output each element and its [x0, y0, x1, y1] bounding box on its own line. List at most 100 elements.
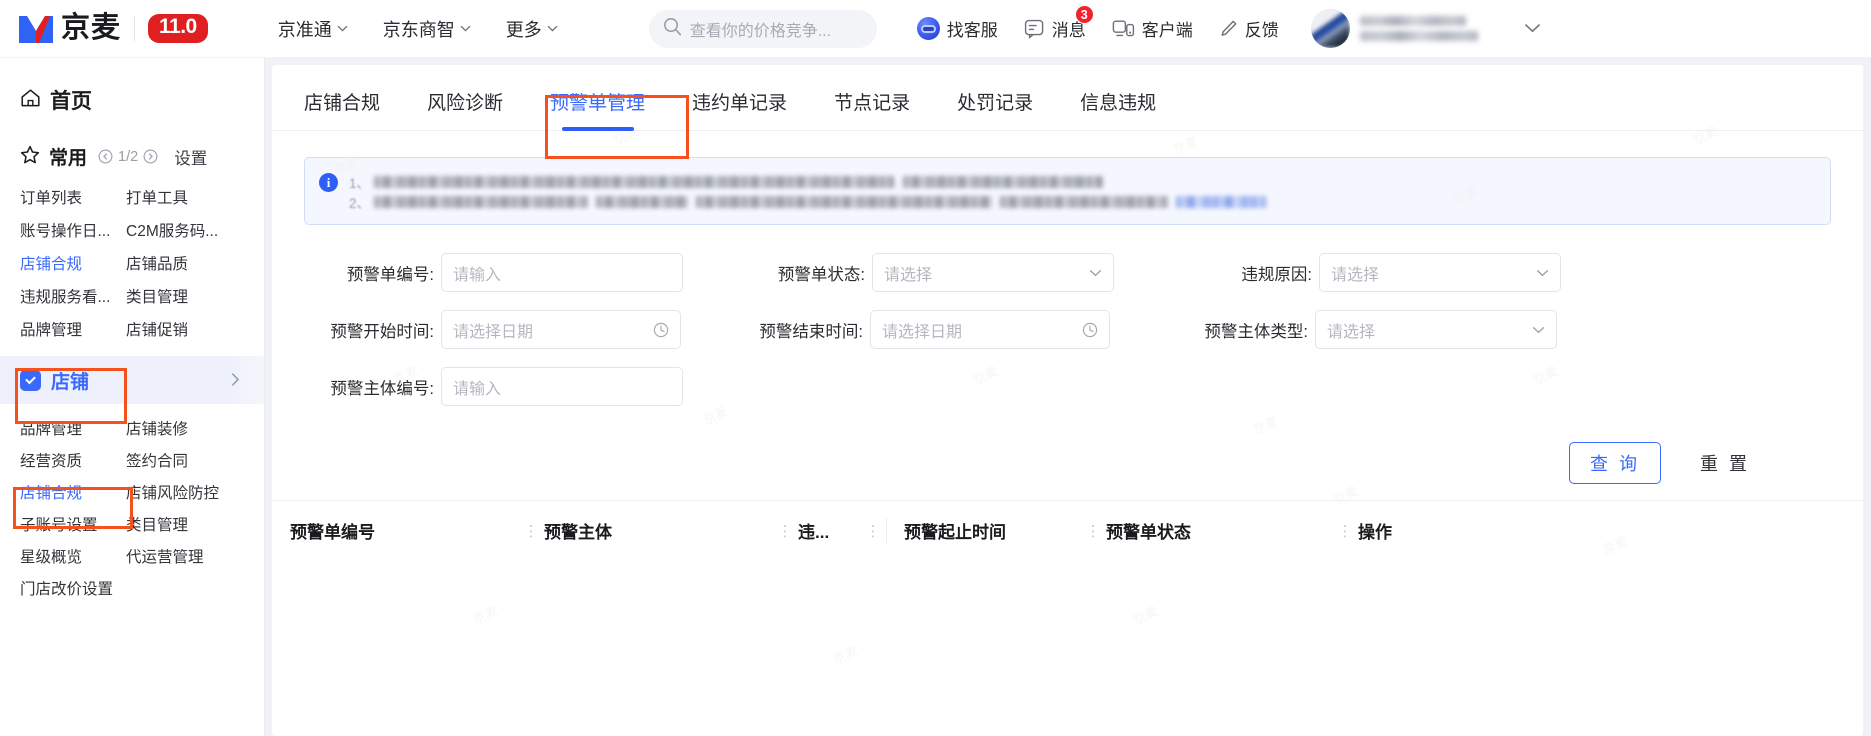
column-header-warning-subject[interactable]: 预警主体: [544, 518, 772, 543]
sidebar-link-c2m-service[interactable]: C2M服务码...: [126, 220, 248, 244]
feedback-button[interactable]: 反馈: [1219, 16, 1279, 41]
select-placeholder: 请选择: [1331, 266, 1380, 284]
warning-order-status-select[interactable]: 请选择: [872, 253, 1114, 292]
sidebar-link-violation-service-board[interactable]: 违规服务看...: [20, 286, 126, 310]
tab-warning-order-management[interactable]: 预警单管理: [550, 88, 645, 130]
jingmai-logo-icon: [17, 12, 55, 45]
tab-penalty-records[interactable]: 处罚记录: [957, 88, 1033, 130]
sidebar-link-shop-compliance[interactable]: 店铺合规: [20, 482, 126, 506]
user-menu[interactable]: [1310, 9, 1559, 48]
column-header-warning-order-no[interactable]: 预警单编号: [290, 518, 518, 543]
field-label: 预警单编号:: [346, 265, 434, 284]
sidebar-link-category-mgmt-fav[interactable]: 类目管理: [126, 286, 248, 310]
sidebar-group-shop[interactable]: 店铺: [0, 356, 264, 404]
chevron-down-icon[interactable]: [1524, 20, 1541, 38]
logo-area[interactable]: 京麦 11.0: [0, 12, 208, 45]
sidebar-link-shop-decoration[interactable]: 店铺装修: [126, 418, 248, 442]
line-number: 2、: [349, 196, 371, 211]
sidebar-link-brand-mgmt[interactable]: 品牌管理: [20, 418, 126, 442]
tab-node-records[interactable]: 节点记录: [834, 88, 910, 130]
warning-start-time-datepicker[interactable]: 请选择日期: [441, 310, 681, 349]
sidebar-link-shop-promotion[interactable]: 店铺促销: [126, 319, 248, 343]
search-input[interactable]: 查看你的价格竞争...: [648, 9, 877, 48]
sidebar-item-home[interactable]: 首页: [0, 58, 264, 115]
table-header-row: 预警单编号 ⋮ 预警主体 ⋮ 违... ⋮ 预警起止时间 ⋮ 预警单状态 ⋮ 操…: [272, 500, 1863, 560]
results-table: 预警单编号 ⋮ 预警主体 ⋮ 违... ⋮ 预警起止时间 ⋮ 预警单状态 ⋮ 操…: [272, 500, 1863, 560]
column-header-warning-period[interactable]: 预警起止时间: [886, 518, 1080, 543]
sidebar-favorites-label: 常用: [49, 148, 88, 169]
logo-divider: [134, 16, 136, 41]
warning-subject-type-select[interactable]: 请选择: [1315, 310, 1557, 349]
redacted-link[interactable]: [1176, 196, 1267, 208]
sidebar-link-category-mgmt[interactable]: 类目管理: [126, 514, 248, 538]
column-resize-handle[interactable]: ⋮: [1332, 522, 1358, 540]
column-header-warning-order-status[interactable]: 预警单状态: [1106, 518, 1332, 543]
violation-reason-select[interactable]: 请选择: [1319, 253, 1561, 292]
desktop-client-button[interactable]: 客户端: [1112, 16, 1193, 41]
sidebar: 首页 常用 1/2 设置 订单列表 打单工具 账号操作日... C2M服务码..…: [0, 58, 265, 736]
sidebar-item-label: 首页: [50, 90, 92, 113]
field-warning-subject-type: 预警主体类型: 请选择: [1170, 310, 1557, 349]
favorites-page-indicator: 1/2: [118, 148, 139, 165]
action-label: 客户端: [1141, 21, 1193, 40]
sidebar-link-agency-operation[interactable]: 代运营管理: [126, 546, 248, 570]
sidebar-link-print-tool[interactable]: 打单工具: [126, 187, 248, 211]
sidebar-link-subaccount-settings[interactable]: 子账号设置: [20, 514, 126, 538]
sidebar-link-shop-compliance-fav[interactable]: 店铺合规: [20, 253, 126, 277]
sidebar-link-star-overview[interactable]: 星级概览: [20, 546, 126, 570]
sidebar-link-business-qualification[interactable]: 经营资质: [20, 450, 126, 474]
filter-row-1: 预警单编号: 请输入 预警单状态: 请选择 违规原因: 请选择: [304, 253, 1831, 292]
input-placeholder: 请输入: [453, 266, 502, 284]
chevron-left-circle-icon[interactable]: [98, 149, 113, 164]
tab-shop-compliance[interactable]: 店铺合规: [304, 88, 380, 130]
messages-button[interactable]: 消息 3: [1024, 5, 1094, 41]
warning-subject-no-input[interactable]: 请输入: [441, 367, 683, 406]
tab-info-violation[interactable]: 信息违规: [1080, 88, 1156, 130]
nav-item-more[interactable]: 更多: [506, 16, 558, 42]
main-nav: 京准通 京东商智 更多: [278, 16, 593, 42]
column-resize-handle[interactable]: ⋮: [1080, 522, 1106, 540]
field-warning-end-time: 预警结束时间: 请选择日期: [737, 310, 1110, 349]
nav-item-jingdongshangzhi[interactable]: 京东商智: [383, 16, 471, 42]
sidebar-link-brand-mgmt-fav[interactable]: 品牌管理: [20, 319, 126, 343]
field-label: 预警主体编号:: [330, 379, 434, 398]
tab-breach-order-records[interactable]: 违约单记录: [692, 88, 787, 130]
chevron-right-circle-icon[interactable]: [143, 149, 158, 164]
column-header-operation[interactable]: 操作: [1358, 518, 1478, 543]
nav-item-label: 京东商智: [382, 19, 455, 40]
query-button[interactable]: 查 询: [1568, 442, 1661, 484]
field-warning-order-no: 预警单编号: 请输入: [304, 253, 683, 292]
sidebar-link-shop-quality[interactable]: 店铺品质: [126, 253, 248, 277]
desktop-client-icon: [1112, 19, 1135, 38]
reset-button[interactable]: 重 置: [1678, 442, 1771, 484]
column-resize-handle[interactable]: ⋮: [772, 522, 798, 540]
nav-item-jingzhuntong[interactable]: 京准通: [278, 16, 348, 42]
sidebar-link-store-price-settings[interactable]: 门店改价设置: [20, 578, 126, 602]
find-customer-service-button[interactable]: 找客服: [916, 16, 998, 41]
user-name-redacted: [1359, 16, 1478, 41]
sidebar-link-order-list[interactable]: 订单列表: [20, 187, 126, 211]
tab-risk-diagnosis[interactable]: 风险诊断: [427, 88, 503, 130]
sidebar-favorites-header: 常用 1/2 设置: [0, 115, 264, 170]
date-placeholder: 请选择日期: [453, 323, 534, 341]
column-resize-handle[interactable]: ⋮: [518, 522, 544, 540]
redacted-text: [596, 196, 689, 208]
customer-service-avatar-icon: [916, 17, 940, 40]
warning-end-time-datepicker[interactable]: 请选择日期: [870, 310, 1110, 349]
favorites-pager: 1/2: [98, 149, 158, 165]
main-content: 京麦 京麦 京麦 京麦 京麦 京麦 京麦 京麦 京麦 京麦 京麦 京麦 京麦 京…: [272, 65, 1863, 736]
column-header-violation-reason[interactable]: 违...: [798, 518, 860, 543]
column-resize-handle[interactable]: ⋮: [860, 522, 886, 540]
field-label: 预警单状态:: [777, 265, 865, 284]
sidebar-link-shop-risk-control[interactable]: 店铺风险防控: [126, 482, 248, 506]
sidebar-link-account-log[interactable]: 账号操作日...: [20, 220, 126, 244]
field-warning-subject-no: 预警主体编号: 请输入: [304, 367, 683, 406]
warning-order-no-input[interactable]: 请输入: [441, 253, 683, 292]
message-icon: [1024, 18, 1045, 39]
pencil-feedback-icon: [1219, 19, 1238, 38]
sidebar-link-signed-contract[interactable]: 签约合同: [126, 450, 248, 474]
field-label: 预警开始时间:: [330, 322, 434, 341]
favorites-settings-button[interactable]: 设置: [174, 145, 207, 169]
info-banner-text: 1、 2、: [349, 172, 1814, 212]
filter-row-2: 预警开始时间: 请选择日期 预警结束时间: 请选择日期 预警主体类型: 请选择: [304, 310, 1831, 349]
